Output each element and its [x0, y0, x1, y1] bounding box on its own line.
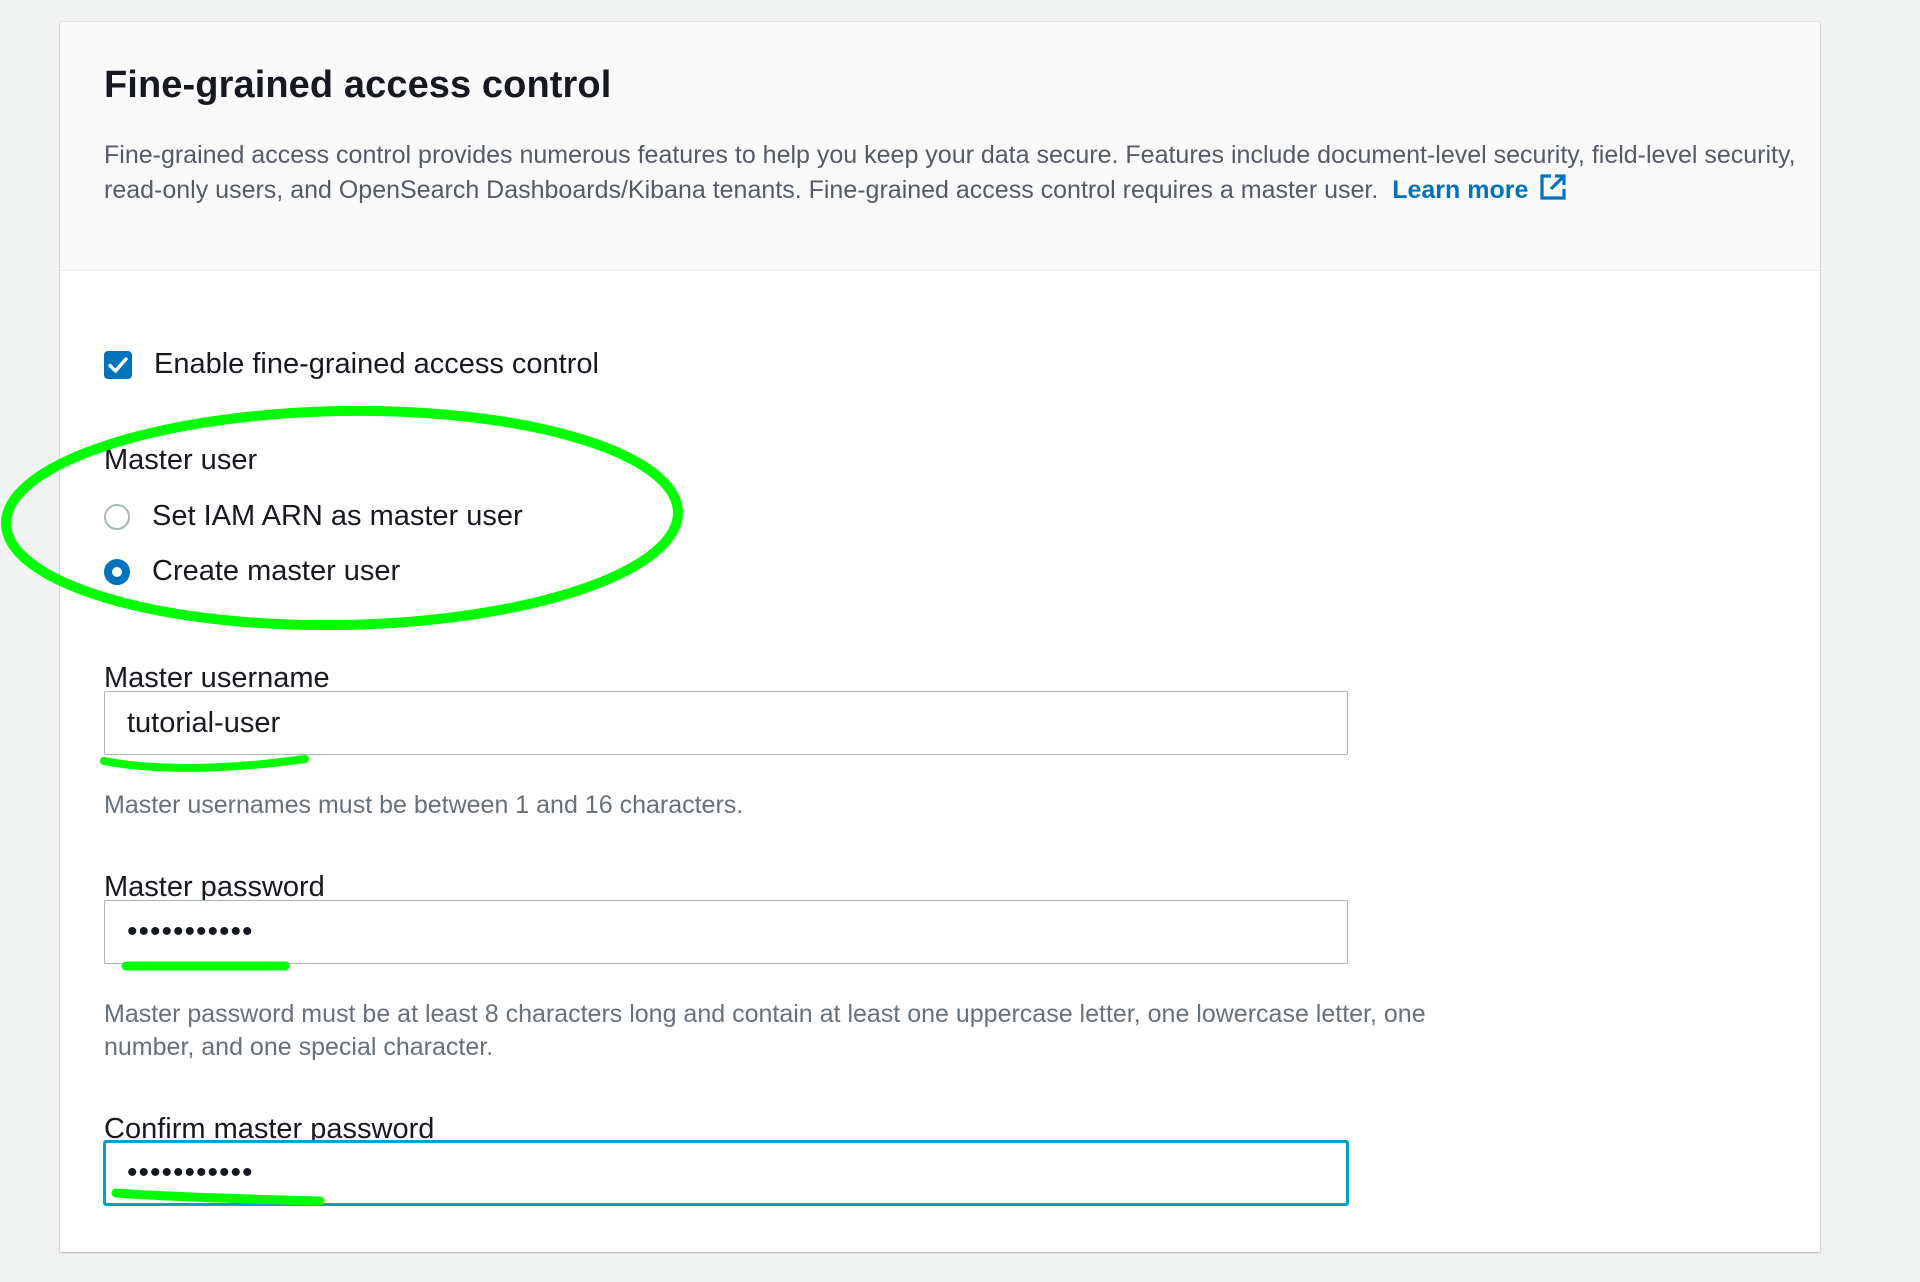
external-link-icon [1538, 172, 1568, 211]
radio-iam-arn-label: Set IAM ARN as master user [152, 500, 523, 532]
radio-create-master-row[interactable]: Create master user [104, 555, 400, 588]
fine-grained-access-panel: Fine-grained access control Fine-grained… [60, 22, 1820, 1252]
radio-create-master-label: Create master user [152, 555, 401, 587]
radio-iam-arn[interactable] [104, 503, 130, 530]
master-username-hint: Master usernames must be between 1 and 1… [104, 791, 744, 819]
panel-header: Fine-grained access control Fine-grained… [60, 22, 1820, 271]
enable-fgac-row[interactable]: Enable fine-grained access control [104, 348, 599, 381]
checkmark-icon [108, 356, 128, 373]
enable-fgac-label: Enable fine-grained access control [154, 348, 599, 380]
section-description: Fine-grained access control provides num… [104, 138, 1804, 211]
learn-more-link[interactable]: Learn more [1392, 174, 1568, 204]
confirm-password-input[interactable]: ••••••••••• [104, 1141, 1348, 1205]
radio-iam-arn-row[interactable]: Set IAM ARN as master user [104, 500, 523, 533]
master-username-input[interactable]: tutorial-user [104, 691, 1348, 755]
master-password-input[interactable]: ••••••••••• [104, 900, 1348, 964]
master-password-hint: Master password must be at least 8 chara… [104, 1000, 1426, 1061]
radio-create-master[interactable] [104, 558, 130, 585]
enable-fgac-checkbox[interactable] [104, 350, 132, 379]
section-title: Fine-grained access control [104, 64, 612, 106]
learn-more-label: Learn more [1392, 176, 1529, 204]
master-user-label: Master user [104, 444, 258, 476]
